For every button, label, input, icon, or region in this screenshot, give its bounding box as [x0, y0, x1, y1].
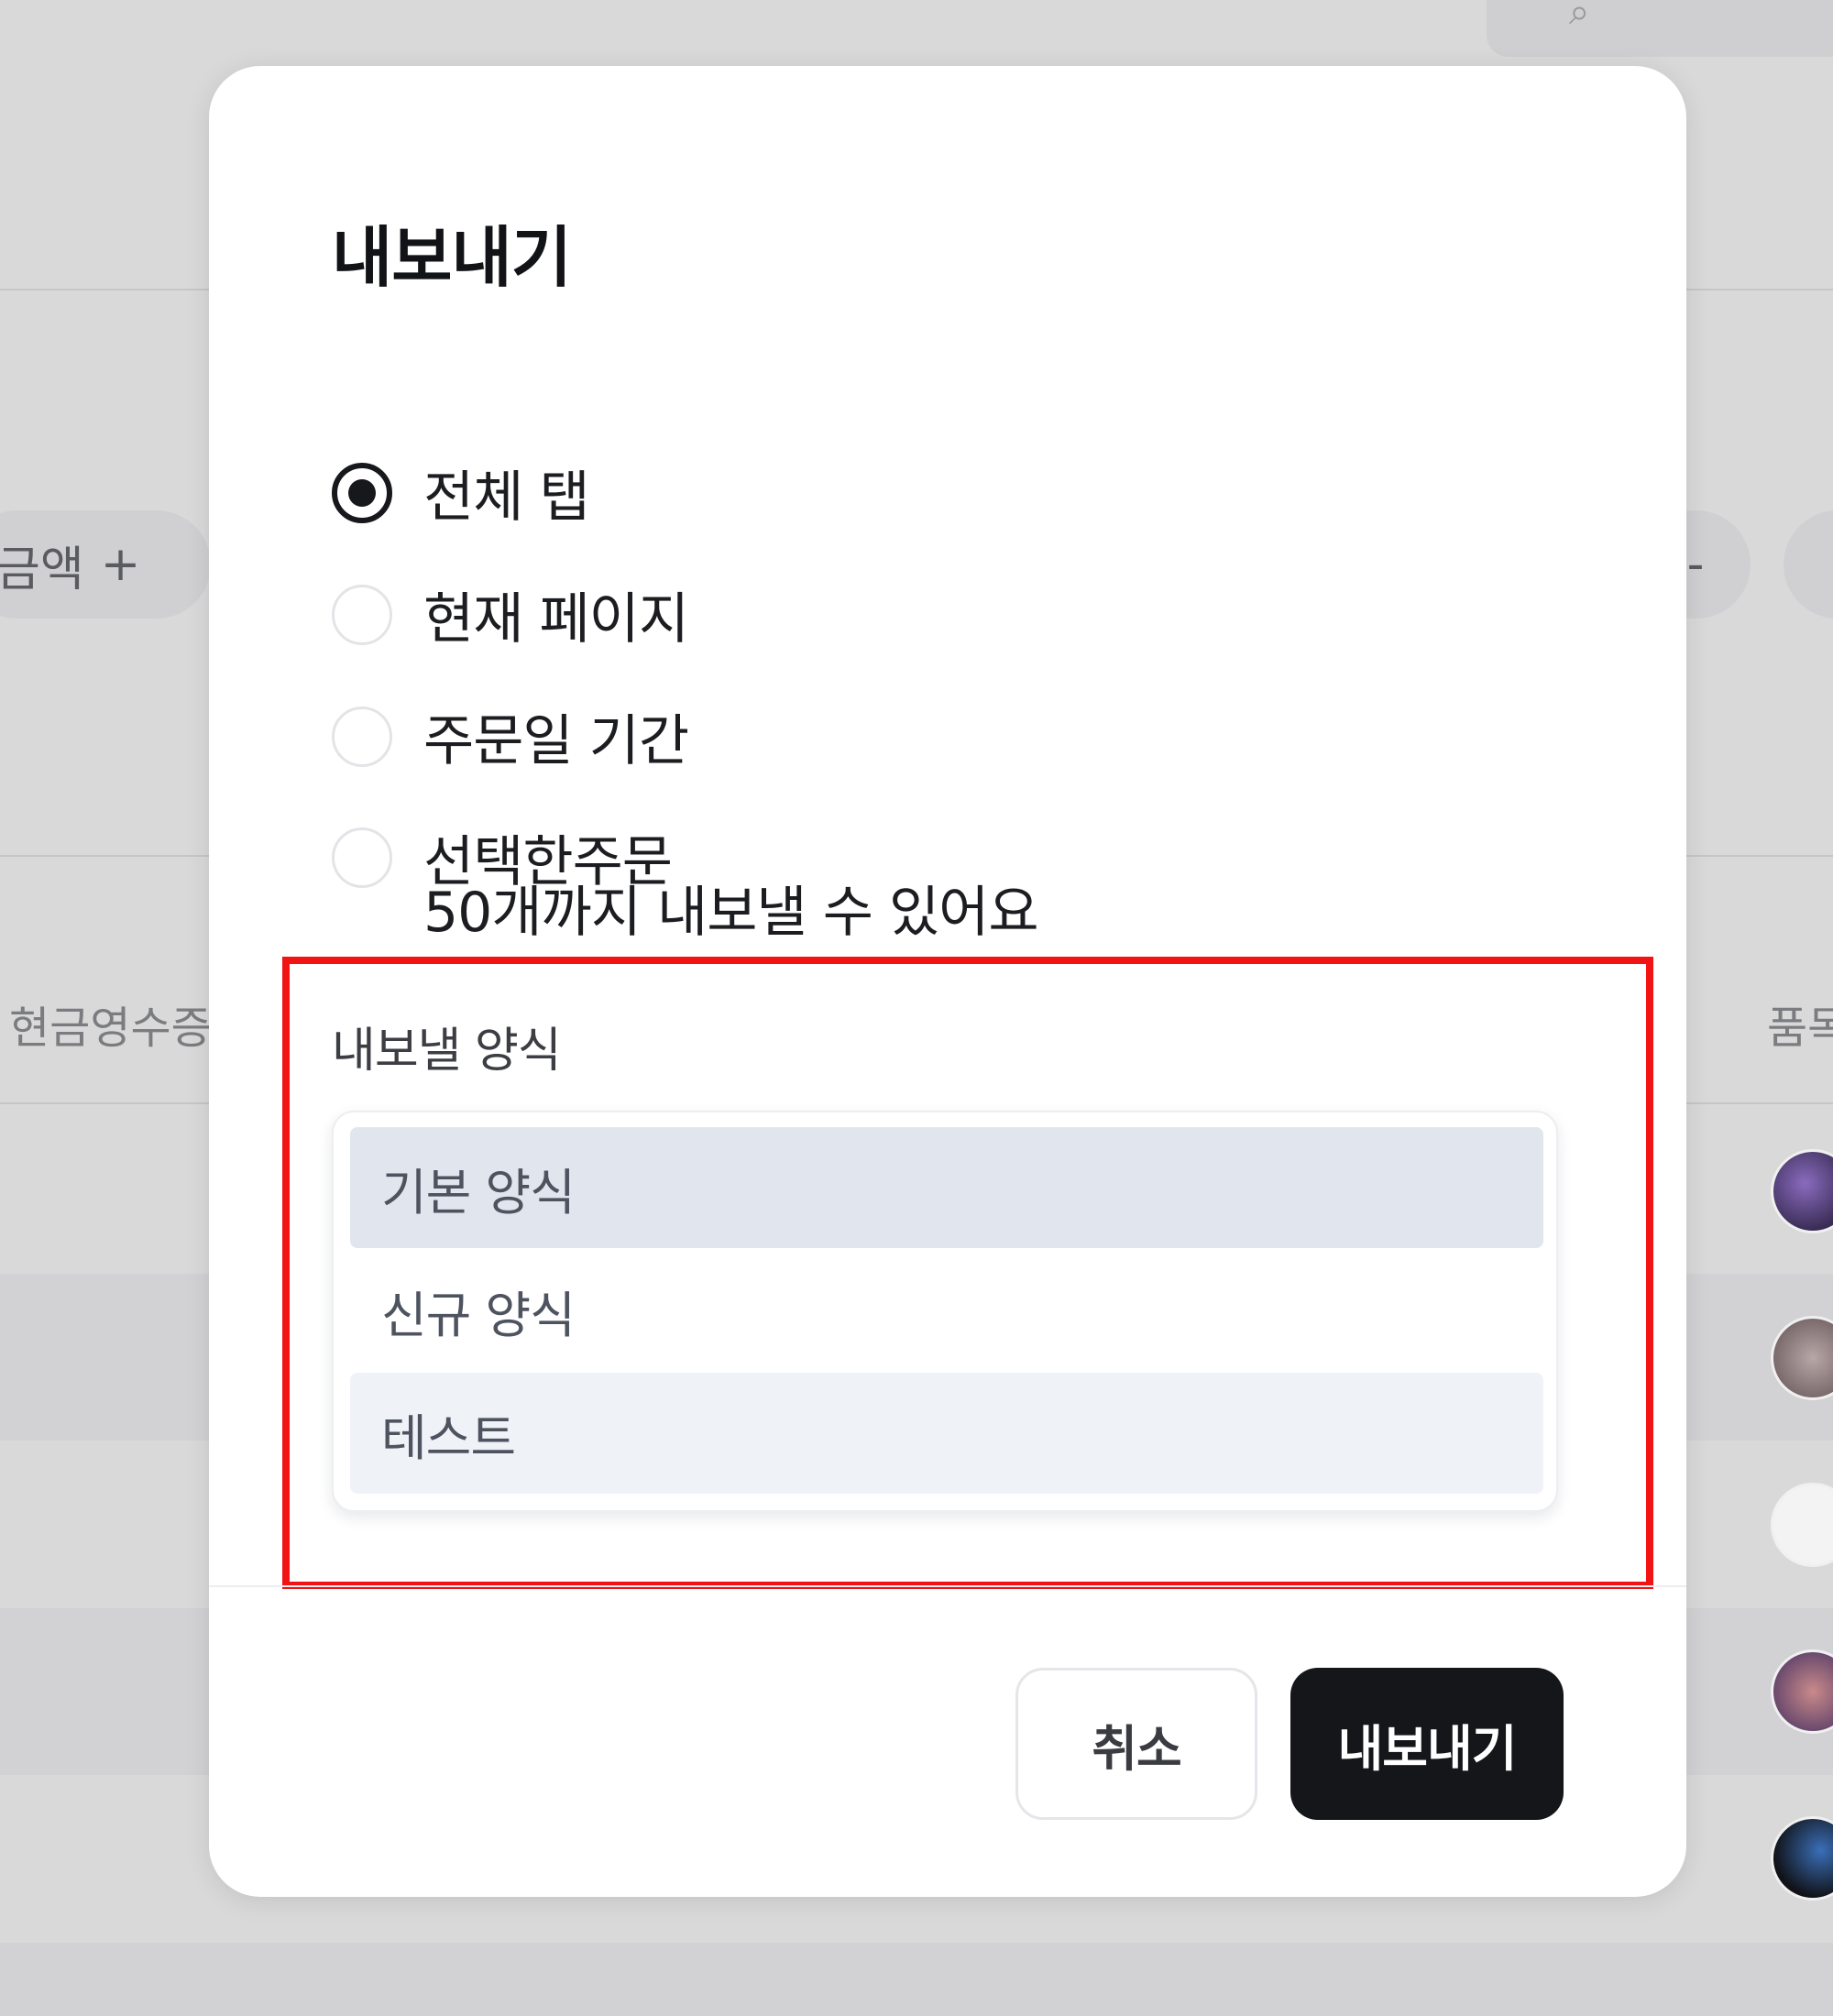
format-option-test[interactable]: 테스트	[350, 1373, 1543, 1494]
background-table-row	[0, 1943, 1833, 2016]
radio-label: 주문일 기간	[423, 709, 689, 773]
export-format-dropdown: 기본 양식 신규 양식 테스트	[332, 1111, 1558, 1512]
radio-button[interactable]	[332, 584, 392, 645]
minus-icon: -	[1686, 537, 1705, 592]
radio-button[interactable]	[332, 827, 392, 888]
product-thumbnail	[1771, 1483, 1833, 1567]
radio-button[interactable]	[332, 706, 392, 767]
modal-title: 내보내기	[332, 219, 572, 296]
radio-label: 현재 페이지	[423, 587, 689, 652]
radio-option-order-date-range[interactable]: 주문일 기간	[332, 696, 689, 776]
footer-divider	[209, 1585, 1686, 1587]
format-option-basic[interactable]: 기본 양식	[350, 1127, 1543, 1248]
background-filter-chip-label: 금액	[0, 542, 84, 597]
selected-orders-hint: 50개까지 내보낼 수 있어요	[423, 881, 1039, 945]
radio-option-current-page[interactable]: 현재 페이지	[332, 575, 689, 654]
background-column-header-items: 품목	[1767, 1003, 1833, 1054]
format-option-new[interactable]: 신규 양식	[350, 1250, 1543, 1371]
product-thumbnail	[1771, 1149, 1833, 1233]
search-icon: ⌕	[1569, 0, 1590, 33]
radio-button[interactable]	[332, 462, 392, 523]
radio-option-all-tabs[interactable]: 전체 탭	[332, 453, 590, 532]
background-search-box: ⌕	[1487, 0, 1833, 57]
background-filter-chip-right-2	[1784, 510, 1833, 619]
plus-icon: +	[100, 537, 141, 592]
background-column-header-receipt: 현금영수증	[9, 1003, 212, 1054]
export-modal: 내보내기 전체 탭 현재 페이지 주문일 기간 선택한주문 50개까지 내보낼 …	[209, 66, 1686, 1897]
export-format-section: 내보낼 양식 기본 양식 신규 양식 테스트	[282, 957, 1653, 1589]
product-thumbnail	[1771, 1816, 1833, 1901]
export-button[interactable]: 내보내기	[1290, 1668, 1564, 1820]
cancel-button[interactable]: 취소	[1015, 1668, 1257, 1820]
radio-label: 전체 탭	[423, 466, 590, 530]
background-filter-chip: 금액 +	[0, 510, 211, 619]
export-format-label: 내보낼 양식	[332, 1024, 562, 1079]
